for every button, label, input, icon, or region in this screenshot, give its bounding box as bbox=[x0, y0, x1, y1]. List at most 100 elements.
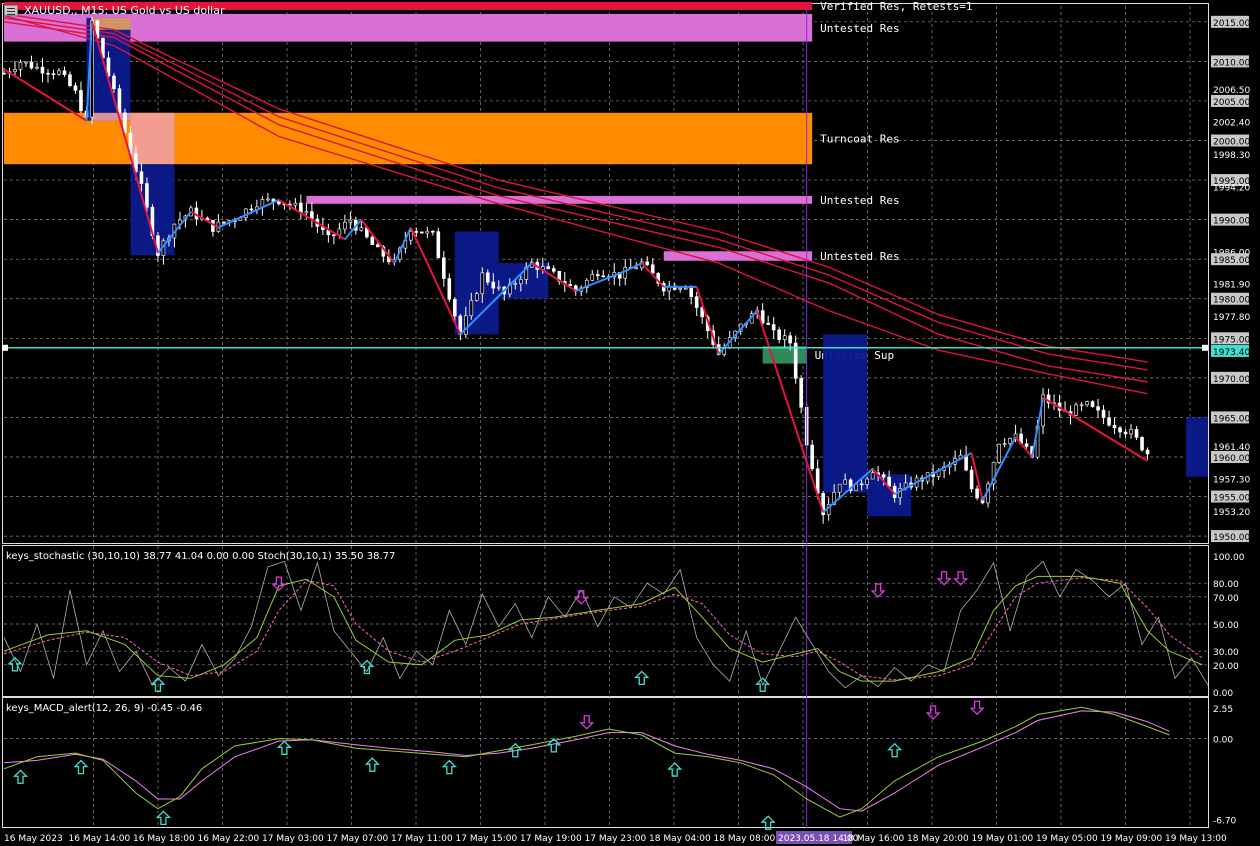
candle-body bbox=[24, 61, 28, 64]
candle-body bbox=[1123, 431, 1128, 435]
candle-body bbox=[799, 378, 803, 408]
candle-body bbox=[1079, 404, 1084, 407]
price-axis-label: 1998.30 bbox=[1213, 151, 1250, 161]
candle-body bbox=[425, 230, 430, 234]
candle-body bbox=[694, 296, 699, 308]
arrow-down-icon bbox=[870, 583, 886, 598]
candle-body bbox=[645, 261, 650, 266]
zigzag-segment bbox=[360, 219, 396, 264]
price-axis-label: 2015.00 bbox=[1213, 19, 1250, 29]
candle-body bbox=[1085, 401, 1089, 406]
stochastic-panel-frame bbox=[2, 545, 1209, 697]
candle-body bbox=[650, 264, 655, 274]
candle-body bbox=[997, 443, 1001, 463]
time-axis-label: 16 May 22:00 bbox=[198, 834, 260, 844]
arrow-up-icon bbox=[364, 757, 380, 772]
candle-body bbox=[887, 476, 891, 487]
candle-body bbox=[73, 85, 78, 91]
candle-body bbox=[1101, 409, 1106, 418]
candle-body bbox=[431, 230, 435, 233]
arrow-down-icon bbox=[271, 576, 287, 592]
chart-title: XAUUSD., M15: US Gold vs US dollar bbox=[24, 3, 225, 17]
candle-body bbox=[1107, 417, 1111, 426]
price-axis-label: 1970.00 bbox=[1213, 375, 1250, 385]
stoch-axis-label: 80.00 bbox=[1213, 580, 1239, 590]
candle-body bbox=[35, 66, 39, 69]
moving-average-line bbox=[3, 14, 1148, 395]
price-axis-label: 1994.20 bbox=[1213, 183, 1250, 193]
candle-body bbox=[145, 183, 149, 208]
candle-body bbox=[766, 322, 770, 325]
candle-body bbox=[18, 61, 23, 70]
time-axis-label: 19 May 13:00 bbox=[1165, 834, 1227, 844]
candle-body bbox=[112, 75, 116, 90]
candle-body bbox=[975, 488, 979, 499]
candle-body bbox=[623, 267, 628, 279]
time-axis-label: 17 May 07:00 bbox=[327, 834, 389, 844]
candle-body bbox=[442, 257, 446, 279]
price-axis-label: 2002.40 bbox=[1213, 119, 1250, 129]
candle-body bbox=[788, 335, 792, 344]
candle-body bbox=[46, 72, 50, 75]
time-axis-label: 16 May 2023 bbox=[4, 834, 63, 844]
candle-body bbox=[40, 66, 45, 74]
arrow-up-icon bbox=[155, 810, 172, 825]
zone-resistance_weak bbox=[663, 251, 813, 261]
candle-body bbox=[139, 171, 144, 184]
candle-body bbox=[678, 288, 683, 290]
candle-body bbox=[359, 227, 364, 231]
price-axis-label: 2010.00 bbox=[1213, 58, 1250, 68]
time-axis-label: 18 May 04:00 bbox=[649, 834, 711, 844]
macd-signal-line bbox=[3, 710, 1170, 812]
candle-body bbox=[62, 70, 67, 76]
candle-body bbox=[491, 281, 496, 289]
candle-body bbox=[277, 201, 281, 205]
candle-body bbox=[870, 472, 875, 480]
zigzag-segment bbox=[624, 262, 643, 272]
candles-group bbox=[2, 17, 1150, 524]
chart-title-bar: XAUUSD., M15: US Gold vs US dollar bbox=[4, 2, 224, 18]
candle-body bbox=[1008, 438, 1012, 444]
macd-title: keys_MACD_alert(12, 26, 9) -0.45 -0.46 bbox=[6, 703, 203, 714]
price-axis-label: 1957.30 bbox=[1213, 475, 1250, 485]
candle-body bbox=[249, 208, 254, 211]
time-axis-label: 16 May 18:00 bbox=[133, 834, 195, 844]
candle-body bbox=[343, 221, 347, 230]
time-axis-label: 17 May 03:00 bbox=[262, 834, 324, 844]
arrow-down-icon bbox=[579, 715, 595, 730]
candle-body bbox=[837, 483, 842, 493]
candle-body bbox=[414, 231, 419, 233]
candle-body bbox=[601, 275, 606, 278]
candle-body bbox=[1118, 427, 1122, 433]
zigzag-segment bbox=[695, 286, 720, 355]
price-axis-label: 2000.00 bbox=[1213, 138, 1250, 148]
candle-body bbox=[1074, 404, 1078, 416]
impulse-box bbox=[1186, 417, 1208, 477]
macd-axis-label: -6.70 bbox=[1213, 817, 1237, 827]
arrow-down-icon bbox=[953, 571, 969, 586]
macd-main-line bbox=[3, 706, 1170, 818]
candle-body bbox=[1096, 406, 1100, 411]
price-chart[interactable]: Verified Res, Retests=1 Untested Res Turnc… bbox=[0, 0, 1260, 846]
arrow-down-icon bbox=[969, 700, 985, 716]
arrow-down-icon bbox=[925, 705, 941, 720]
candle-body bbox=[777, 329, 781, 340]
stoch-axis-label: 30.00 bbox=[1213, 648, 1239, 658]
impulse-box bbox=[823, 334, 868, 493]
level-line-handle-right bbox=[1202, 344, 1208, 351]
candle-body bbox=[409, 231, 413, 241]
time-axis-label: 16 May 14:00 bbox=[69, 834, 131, 844]
arrow-up-icon bbox=[887, 742, 903, 758]
candle-body bbox=[881, 474, 886, 478]
stoch-axis-label: 100.00 bbox=[1213, 553, 1245, 563]
candle-body bbox=[782, 335, 787, 340]
candle-body bbox=[859, 483, 864, 486]
stochastic-title: keys_stochastic (30,10,10) 38.77 41.04 0… bbox=[6, 551, 396, 562]
candle-body bbox=[57, 70, 61, 75]
price-axis-label: 1973.40 bbox=[1213, 348, 1250, 358]
price-axis-label: 1953.20 bbox=[1213, 508, 1250, 518]
chart-menu-icon[interactable] bbox=[4, 4, 18, 16]
zigzag-segment bbox=[393, 227, 412, 264]
time-axis-label: 19 May 09:00 bbox=[1101, 834, 1163, 844]
arrow-down-icon bbox=[573, 590, 589, 605]
